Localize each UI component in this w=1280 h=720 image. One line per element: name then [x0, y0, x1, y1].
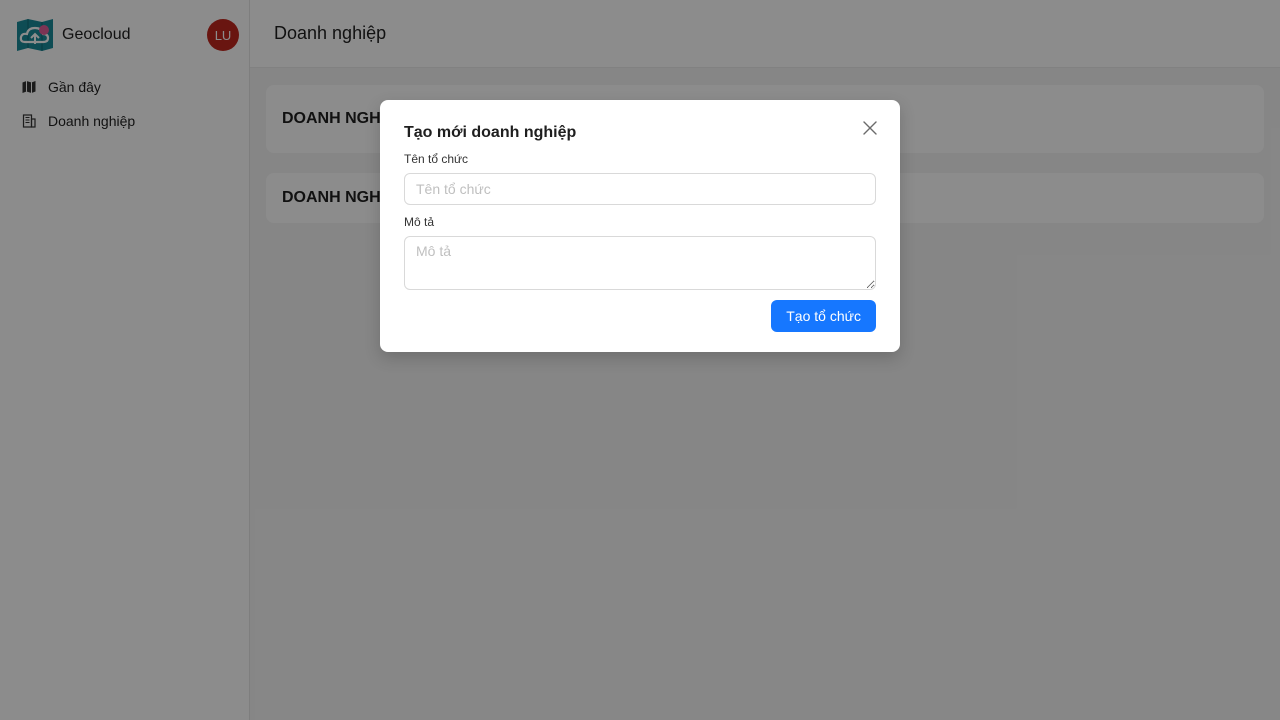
create-enterprise-dialog: Tạo mới doanh nghiệp Tên tổ chức Mô tả T… [380, 100, 900, 352]
organization-name-input[interactable] [404, 173, 876, 205]
description-label: Mô tả [404, 215, 435, 229]
app-root: Geocloud LU Gần đây Doanh nghiệp Doanh n… [0, 0, 1280, 720]
create-organization-button[interactable]: Tạo tổ chức [771, 300, 876, 332]
organization-name-label: Tên tổ chức [404, 152, 469, 166]
close-icon [863, 121, 877, 135]
dialog-title: Tạo mới doanh nghiệp [404, 124, 577, 141]
close-button[interactable] [860, 118, 880, 138]
description-textarea[interactable] [404, 236, 876, 290]
